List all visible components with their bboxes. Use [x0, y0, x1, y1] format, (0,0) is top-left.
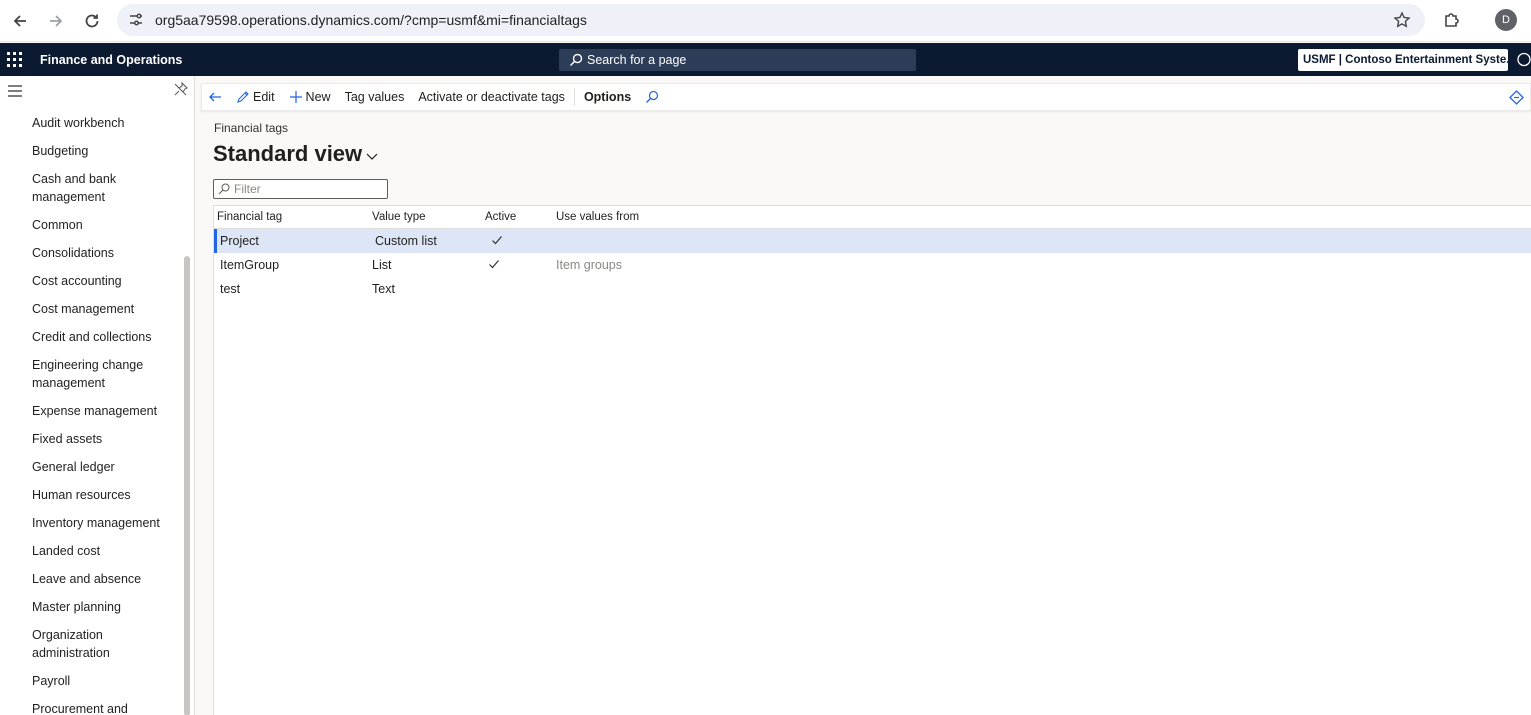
cell-value-type[interactable]: List [369, 258, 482, 272]
app-title[interactable]: Finance and Operations [40, 53, 182, 67]
column-header-active[interactable]: Active [482, 211, 553, 223]
site-settings-icon[interactable] [127, 11, 145, 29]
financial-tags-grid: Financial tag Value type Active Use valu… [213, 205, 1531, 715]
power-apps-diamond-icon[interactable] [1509, 90, 1524, 105]
module-item-inventory-management[interactable]: Inventory management [0, 510, 180, 538]
action-pane: Edit New Tag values Activate or deactiva… [201, 83, 1531, 111]
browser-reload-button[interactable] [74, 3, 110, 39]
pencil-icon [237, 91, 249, 103]
module-item-common[interactable]: Common [0, 212, 180, 240]
url-text: org5aa79598.operations.dynamics.com/?cmp… [155, 12, 587, 28]
action-pane-separator [573, 88, 575, 106]
checkmark-icon [492, 235, 502, 244]
plus-icon [289, 91, 302, 103]
cell-value-type[interactable]: Custom list [372, 234, 485, 248]
arrow-left-icon [13, 14, 26, 27]
back-button[interactable] [202, 84, 229, 110]
module-item-organization-administration[interactable]: Organization administration [0, 622, 180, 668]
module-item-cost-management[interactable]: Cost management [0, 296, 180, 324]
column-header-financial-tag[interactable]: Financial tag [214, 211, 369, 223]
table-row[interactable]: test Text [214, 277, 1531, 301]
module-item-general-ledger[interactable]: General ledger [0, 454, 180, 482]
unpin-icon[interactable] [173, 82, 188, 97]
activate-deactivate-tags-button[interactable]: Activate or deactivate tags [411, 84, 572, 110]
modules-list: Audit workbench Budgeting Cash and bank … [0, 110, 180, 715]
cell-financial-tag[interactable]: test [214, 282, 369, 296]
options-tab[interactable]: Options [577, 84, 638, 110]
hamburger-menu-icon[interactable] [7, 84, 23, 98]
module-item-engineering-change-management[interactable]: Engineering change management [0, 352, 180, 398]
edit-button[interactable]: Edit [229, 84, 282, 110]
module-item-expense-management[interactable]: Expense management [0, 398, 180, 426]
page-caption: Financial tags [214, 121, 289, 135]
module-item-leave-and-absence[interactable]: Leave and absence [0, 566, 180, 594]
module-item-procurement[interactable]: Procurement and [0, 696, 180, 715]
new-label: New [305, 90, 331, 104]
app-launcher-waffle-icon[interactable] [7, 52, 22, 67]
bookmark-star-icon[interactable] [1393, 11, 1411, 29]
address-bar[interactable]: org5aa79598.operations.dynamics.com/?cmp… [117, 4, 1425, 36]
column-header-use-values-from[interactable]: Use values from [553, 211, 1531, 223]
reload-icon [85, 14, 99, 27]
cell-active[interactable] [485, 234, 556, 249]
filter-box[interactable] [213, 179, 388, 199]
view-selector[interactable]: Standard view [213, 141, 378, 167]
search-for-page-box[interactable]: Search for a page [559, 49, 916, 71]
help-icon[interactable] [1516, 52, 1531, 67]
table-row[interactable]: Project Custom list [214, 229, 1531, 253]
module-item-fixed-assets[interactable]: Fixed assets [0, 426, 180, 454]
browser-forward-button[interactable] [38, 3, 74, 39]
module-item-consolidations[interactable]: Consolidations [0, 240, 180, 268]
navigation-pane: Audit workbench Budgeting Cash and bank … [0, 76, 195, 715]
search-icon [218, 183, 230, 195]
column-header-value-type[interactable]: Value type [369, 211, 482, 223]
grid-header-row: Financial tag Value type Active Use valu… [214, 206, 1531, 229]
cell-value-type[interactable]: Text [369, 282, 482, 296]
chevron-down-icon [366, 153, 378, 160]
filter-input[interactable] [234, 182, 384, 196]
module-item-credit-and-collections[interactable]: Credit and collections [0, 324, 180, 352]
browser-back-button[interactable] [2, 3, 38, 39]
checkmark-icon [489, 259, 499, 268]
module-item-human-resources[interactable]: Human resources [0, 482, 180, 510]
cell-financial-tag[interactable]: ItemGroup [214, 258, 369, 272]
table-row[interactable]: ItemGroup List Item groups [214, 253, 1531, 277]
module-item-cost-accounting[interactable]: Cost accounting [0, 268, 180, 296]
profile-avatar[interactable]: D [1495, 9, 1517, 31]
module-item-audit-workbench[interactable]: Audit workbench [0, 110, 180, 138]
search-icon [646, 90, 659, 103]
company-picker[interactable]: USMF | Contoso Entertainment Syste... [1298, 49, 1508, 71]
action-search-button[interactable] [638, 84, 669, 110]
edit-label: Edit [253, 90, 275, 104]
browser-toolbar: org5aa79598.operations.dynamics.com/?cmp… [0, 0, 1531, 42]
app-header: Finance and Operations Search for a page… [0, 43, 1531, 76]
cell-financial-tag[interactable]: Project [217, 234, 372, 248]
search-for-page-label: Search for a page [587, 53, 687, 67]
tag-values-button[interactable]: Tag values [338, 84, 412, 110]
arrow-left-icon [209, 92, 221, 102]
module-item-landed-cost[interactable]: Landed cost [0, 538, 180, 566]
view-name: Standard view [213, 141, 363, 166]
search-icon [569, 53, 583, 67]
new-button[interactable]: New [282, 84, 338, 110]
cell-active[interactable] [482, 258, 553, 273]
module-item-budgeting[interactable]: Budgeting [0, 138, 180, 166]
extensions-puzzle-icon[interactable] [1442, 10, 1462, 30]
module-item-cash-and-bank-management[interactable]: Cash and bank management [0, 166, 180, 212]
module-item-master-planning[interactable]: Master planning [0, 594, 180, 622]
cell-use-values-from[interactable]: Item groups [553, 258, 1531, 272]
sidebar-scrollbar[interactable] [184, 256, 190, 715]
module-item-payroll[interactable]: Payroll [0, 668, 180, 696]
arrow-right-icon [50, 14, 63, 27]
